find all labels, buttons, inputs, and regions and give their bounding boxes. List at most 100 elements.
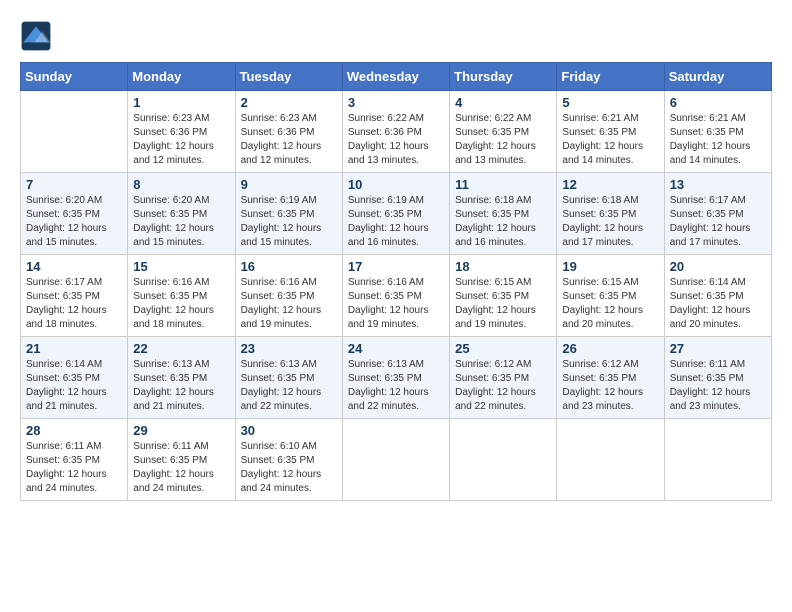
calendar-cell: 8 Sunrise: 6:20 AM Sunset: 6:35 PM Daylig… bbox=[128, 173, 235, 255]
day-info: Sunrise: 6:23 AM Sunset: 6:36 PM Dayligh… bbox=[133, 112, 229, 168]
calendar-cell: 5 Sunrise: 6:21 AM Sunset: 6:35 PM Daylig… bbox=[557, 91, 664, 173]
logo-icon bbox=[20, 20, 52, 52]
calendar-cell: 17 Sunrise: 6:16 AM Sunset: 6:35 PM Dayli… bbox=[342, 255, 449, 337]
day-number: 12 bbox=[562, 177, 658, 192]
day-info: Sunrise: 6:17 AM Sunset: 6:35 PM Dayligh… bbox=[670, 194, 766, 250]
weekday-header-row: SundayMondayTuesdayWednesdayThursdayFrid… bbox=[21, 63, 772, 91]
day-info: Sunrise: 6:11 AM Sunset: 6:35 PM Dayligh… bbox=[26, 440, 122, 496]
day-number: 21 bbox=[26, 341, 122, 356]
day-number: 27 bbox=[670, 341, 766, 356]
day-number: 1 bbox=[133, 95, 229, 110]
day-number: 4 bbox=[455, 95, 551, 110]
day-info: Sunrise: 6:18 AM Sunset: 6:35 PM Dayligh… bbox=[562, 194, 658, 250]
day-number: 10 bbox=[348, 177, 444, 192]
day-number: 15 bbox=[133, 259, 229, 274]
calendar-week-1: 1 Sunrise: 6:23 AM Sunset: 6:36 PM Daylig… bbox=[21, 91, 772, 173]
day-number: 5 bbox=[562, 95, 658, 110]
day-number: 2 bbox=[241, 95, 337, 110]
day-info: Sunrise: 6:16 AM Sunset: 6:35 PM Dayligh… bbox=[133, 276, 229, 332]
calendar-cell: 18Sunrise: 6:15 AM Sunset: 6:35 PM Dayli… bbox=[450, 255, 557, 337]
day-number: 20 bbox=[670, 259, 766, 274]
day-info: Sunrise: 6:11 AM Sunset: 6:35 PM Dayligh… bbox=[133, 440, 229, 496]
calendar-cell bbox=[21, 91, 128, 173]
day-number: 23 bbox=[241, 341, 337, 356]
day-number: 22 bbox=[133, 341, 229, 356]
day-info: Sunrise: 6:14 AM Sunset: 6:35 PM Dayligh… bbox=[670, 276, 766, 332]
day-info: Sunrise: 6:15 AM Sunset: 6:35 PM Dayligh… bbox=[562, 276, 658, 332]
calendar-table: SundayMondayTuesdayWednesdayThursdayFrid… bbox=[20, 62, 772, 501]
day-info: Sunrise: 6:23 AM Sunset: 6:36 PM Dayligh… bbox=[241, 112, 337, 168]
calendar-cell: 16Sunrise: 6:16 AM Sunset: 6:35 PM Dayli… bbox=[235, 255, 342, 337]
calendar-cell: 22 Sunrise: 6:13 AM Sunset: 6:35 PM Dayli… bbox=[128, 337, 235, 419]
calendar-week-2: 7 Sunrise: 6:20 AM Sunset: 6:35 PM Daylig… bbox=[21, 173, 772, 255]
day-number: 11 bbox=[455, 177, 551, 192]
day-info: Sunrise: 6:14 AM Sunset: 6:35 PM Dayligh… bbox=[26, 358, 122, 414]
day-info: Sunrise: 6:18 AM Sunset: 6:35 PM Dayligh… bbox=[455, 194, 551, 250]
day-number: 29 bbox=[133, 423, 229, 438]
day-number: 18 bbox=[455, 259, 551, 274]
weekday-header-friday: Friday bbox=[557, 63, 664, 91]
calendar-cell: 30 Sunrise: 6:10 AM Sunset: 6:35 PM Dayli… bbox=[235, 419, 342, 501]
calendar-cell: 20 Sunrise: 6:14 AM Sunset: 6:35 PM Dayli… bbox=[664, 255, 771, 337]
day-number: 8 bbox=[133, 177, 229, 192]
calendar-cell: 6 Sunrise: 6:21 AM Sunset: 6:35 PM Daylig… bbox=[664, 91, 771, 173]
calendar-week-5: 28Sunrise: 6:11 AM Sunset: 6:35 PM Dayli… bbox=[21, 419, 772, 501]
day-number: 24 bbox=[348, 341, 444, 356]
calendar-cell: 10Sunrise: 6:19 AM Sunset: 6:35 PM Dayli… bbox=[342, 173, 449, 255]
weekday-header-saturday: Saturday bbox=[664, 63, 771, 91]
calendar-cell: 14 Sunrise: 6:17 AM Sunset: 6:35 PM Dayli… bbox=[21, 255, 128, 337]
calendar-week-4: 21 Sunrise: 6:14 AM Sunset: 6:35 PM Dayli… bbox=[21, 337, 772, 419]
day-info: Sunrise: 6:22 AM Sunset: 6:35 PM Dayligh… bbox=[455, 112, 551, 168]
day-info: Sunrise: 6:10 AM Sunset: 6:35 PM Dayligh… bbox=[241, 440, 337, 496]
day-info: Sunrise: 6:13 AM Sunset: 6:35 PM Dayligh… bbox=[348, 358, 444, 414]
calendar-cell: 2 Sunrise: 6:23 AM Sunset: 6:36 PM Daylig… bbox=[235, 91, 342, 173]
weekday-header-wednesday: Wednesday bbox=[342, 63, 449, 91]
weekday-header-thursday: Thursday bbox=[450, 63, 557, 91]
calendar-cell bbox=[342, 419, 449, 501]
day-number: 6 bbox=[670, 95, 766, 110]
day-number: 7 bbox=[26, 177, 122, 192]
day-number: 3 bbox=[348, 95, 444, 110]
day-info: Sunrise: 6:20 AM Sunset: 6:35 PM Dayligh… bbox=[133, 194, 229, 250]
calendar-cell: 4 Sunrise: 6:22 AM Sunset: 6:35 PM Daylig… bbox=[450, 91, 557, 173]
calendar-cell bbox=[450, 419, 557, 501]
day-info: Sunrise: 6:22 AM Sunset: 6:36 PM Dayligh… bbox=[348, 112, 444, 168]
calendar-cell: 11 Sunrise: 6:18 AM Sunset: 6:35 PM Dayli… bbox=[450, 173, 557, 255]
day-number: 13 bbox=[670, 177, 766, 192]
day-info: Sunrise: 6:13 AM Sunset: 6:35 PM Dayligh… bbox=[133, 358, 229, 414]
day-number: 25 bbox=[455, 341, 551, 356]
day-number: 16 bbox=[241, 259, 337, 274]
calendar-cell: 3 Sunrise: 6:22 AM Sunset: 6:36 PM Daylig… bbox=[342, 91, 449, 173]
day-info: Sunrise: 6:11 AM Sunset: 6:35 PM Dayligh… bbox=[670, 358, 766, 414]
calendar-cell: 1 Sunrise: 6:23 AM Sunset: 6:36 PM Daylig… bbox=[128, 91, 235, 173]
day-info: Sunrise: 6:13 AM Sunset: 6:35 PM Dayligh… bbox=[241, 358, 337, 414]
day-info: Sunrise: 6:17 AM Sunset: 6:35 PM Dayligh… bbox=[26, 276, 122, 332]
day-info: Sunrise: 6:16 AM Sunset: 6:35 PM Dayligh… bbox=[348, 276, 444, 332]
calendar-cell bbox=[664, 419, 771, 501]
calendar-cell: 9Sunrise: 6:19 AM Sunset: 6:35 PM Daylig… bbox=[235, 173, 342, 255]
day-info: Sunrise: 6:12 AM Sunset: 6:35 PM Dayligh… bbox=[455, 358, 551, 414]
day-info: Sunrise: 6:12 AM Sunset: 6:35 PM Dayligh… bbox=[562, 358, 658, 414]
day-number: 19 bbox=[562, 259, 658, 274]
calendar-week-3: 14 Sunrise: 6:17 AM Sunset: 6:35 PM Dayli… bbox=[21, 255, 772, 337]
calendar-cell: 13 Sunrise: 6:17 AM Sunset: 6:35 PM Dayli… bbox=[664, 173, 771, 255]
calendar-cell: 29 Sunrise: 6:11 AM Sunset: 6:35 PM Dayli… bbox=[128, 419, 235, 501]
logo bbox=[20, 20, 56, 52]
weekday-header-tuesday: Tuesday bbox=[235, 63, 342, 91]
day-number: 30 bbox=[241, 423, 337, 438]
calendar-cell: 19 Sunrise: 6:15 AM Sunset: 6:35 PM Dayli… bbox=[557, 255, 664, 337]
day-number: 9 bbox=[241, 177, 337, 192]
day-info: Sunrise: 6:21 AM Sunset: 6:35 PM Dayligh… bbox=[562, 112, 658, 168]
calendar-cell bbox=[557, 419, 664, 501]
calendar-cell: 26Sunrise: 6:12 AM Sunset: 6:35 PM Dayli… bbox=[557, 337, 664, 419]
day-number: 14 bbox=[26, 259, 122, 274]
weekday-header-monday: Monday bbox=[128, 63, 235, 91]
calendar-cell: 28Sunrise: 6:11 AM Sunset: 6:35 PM Dayli… bbox=[21, 419, 128, 501]
calendar-cell: 25 Sunrise: 6:12 AM Sunset: 6:35 PM Dayli… bbox=[450, 337, 557, 419]
calendar-cell: 12 Sunrise: 6:18 AM Sunset: 6:35 PM Dayli… bbox=[557, 173, 664, 255]
calendar-cell: 27 Sunrise: 6:11 AM Sunset: 6:35 PM Dayli… bbox=[664, 337, 771, 419]
day-number: 17 bbox=[348, 259, 444, 274]
calendar-cell: 15 Sunrise: 6:16 AM Sunset: 6:35 PM Dayli… bbox=[128, 255, 235, 337]
calendar-cell: 24 Sunrise: 6:13 AM Sunset: 6:35 PM Dayli… bbox=[342, 337, 449, 419]
day-info: Sunrise: 6:21 AM Sunset: 6:35 PM Dayligh… bbox=[670, 112, 766, 168]
